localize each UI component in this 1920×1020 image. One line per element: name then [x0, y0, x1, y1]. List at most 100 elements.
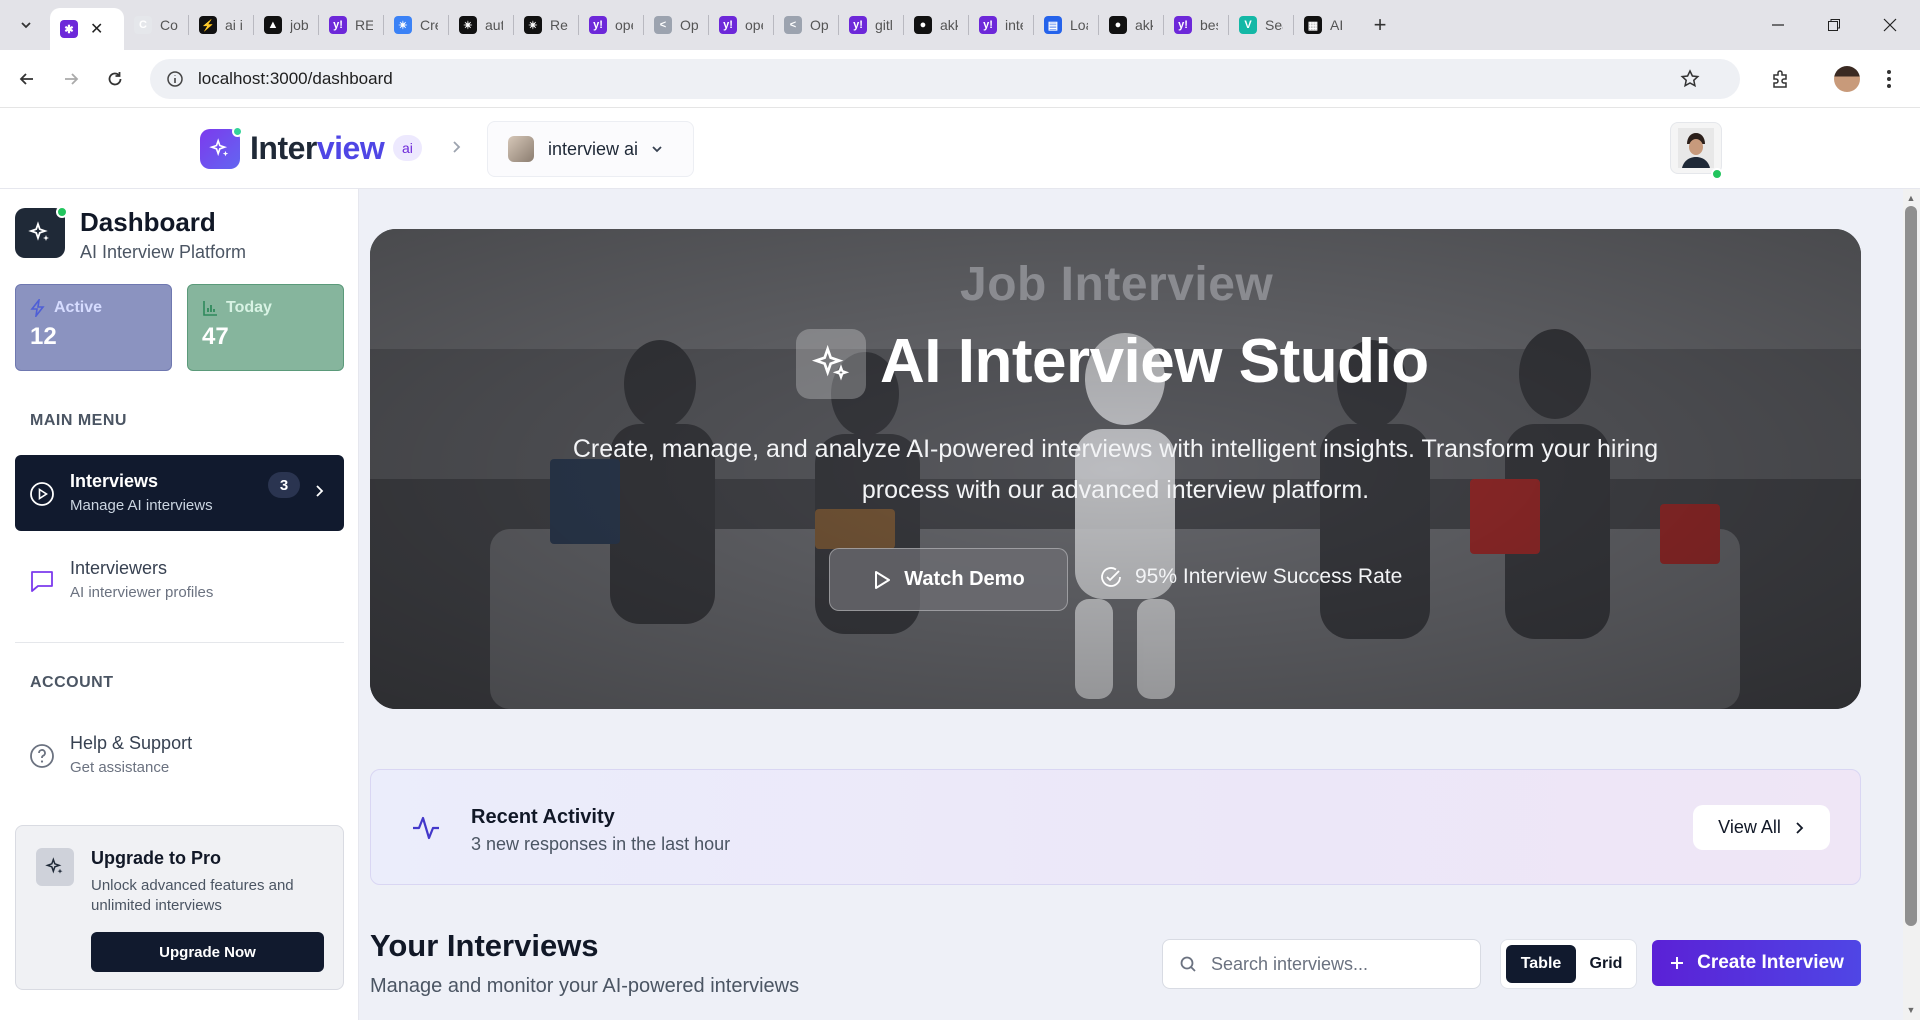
restore-icon	[1828, 19, 1840, 31]
create-interview-button[interactable]: Create Interview	[1652, 940, 1861, 986]
browser-tab[interactable]: y! inte	[969, 7, 1033, 43]
tab-favicon-icon: y!	[1174, 16, 1192, 34]
plus-icon	[1671, 957, 1684, 969]
address-bar[interactable]: localhost:3000/dashboard	[150, 59, 1740, 99]
workspace-selector[interactable]: interview ai	[487, 121, 694, 177]
search-icon	[1180, 956, 1196, 972]
tab-favicon-icon: ⚡	[199, 16, 217, 34]
tab-favicon-icon: y!	[849, 16, 867, 34]
interviews-title: Your Interviews	[370, 928, 599, 963]
tab-title: bes	[1200, 17, 1218, 33]
sidebar-item-interviewers[interactable]: Interviewers AI interviewer profiles	[15, 542, 344, 618]
help-circle-icon	[30, 744, 54, 768]
scroll-up-arrow-icon[interactable]: ▲	[1905, 192, 1917, 204]
tab-title: inte	[1005, 17, 1023, 33]
browser-tab[interactable]: ✴ Ret	[514, 7, 578, 43]
tab-favicon-icon: ✱	[60, 20, 78, 38]
hero-description: Create, manage, and analyze AI-powered i…	[572, 435, 1659, 504]
tab-title: ope	[745, 17, 763, 33]
scroll-down-arrow-icon[interactable]: ▼	[1905, 1004, 1917, 1016]
logo-mark[interactable]	[200, 126, 243, 169]
hero-title: AI Interview Studio	[880, 327, 1429, 396]
sidebar-item-interviews[interactable]: Interviews Manage AI interviews 3	[15, 455, 344, 531]
tab-title: ope	[615, 17, 633, 33]
tab-title: Cre	[420, 17, 438, 33]
success-rate: 95% Interview Success Rate	[1099, 565, 1402, 589]
sparkles-icon	[811, 344, 850, 381]
restore-button[interactable]	[1806, 0, 1862, 50]
tab-favicon-icon: y!	[329, 16, 347, 34]
workspace-avatar	[508, 136, 534, 162]
close-icon	[1883, 18, 1897, 32]
search-input[interactable]	[1211, 953, 1461, 975]
browser-tab[interactable]: ⚡ ai i	[189, 7, 253, 43]
create-interview-label: Create Interview	[1697, 952, 1844, 973]
browser-tab[interactable]: < Op	[644, 7, 708, 43]
close-window-button[interactable]	[1862, 0, 1918, 50]
view-table-button[interactable]: Table	[1506, 945, 1576, 983]
hero-background-banner-text: Job Interview	[960, 258, 1274, 311]
browser-tab[interactable]: ▦ AI I	[1294, 7, 1358, 43]
tab-title: aut	[485, 17, 503, 33]
tab-favicon-icon: ✴	[394, 16, 412, 34]
tab-title: Ret	[550, 17, 568, 33]
recent-activity-card: Recent Activity 3 new responses in the l…	[370, 769, 1861, 885]
sparkles-icon	[28, 221, 49, 241]
sparkles-icon	[45, 857, 63, 874]
browser-tab[interactable]: < Op	[774, 7, 838, 43]
scrollbar-thumb[interactable]	[1905, 206, 1917, 926]
browser-tab[interactable]: y! RET	[319, 7, 383, 43]
view-all-button[interactable]: View All	[1693, 805, 1830, 850]
close-tab-icon[interactable]: ✕	[90, 19, 103, 39]
status-dot	[56, 206, 68, 218]
browser-tab[interactable]: y! bes	[1164, 7, 1228, 43]
upgrade-text: Unlock advanced features and unlimited i…	[91, 877, 294, 914]
browser-tab[interactable]: ● akk	[904, 7, 968, 43]
upgrade-now-button[interactable]: Upgrade Now	[91, 932, 324, 972]
tab-title: gitl	[875, 17, 893, 33]
upgrade-card: Upgrade to Pro Unlock advanced features …	[15, 825, 344, 990]
play-circle-icon	[30, 482, 54, 506]
tab-search-button[interactable]	[8, 7, 44, 43]
chevron-down-icon	[21, 22, 31, 29]
extensions-icon[interactable]	[1770, 69, 1790, 89]
logo-wordmark[interactable]: Interview	[250, 130, 385, 167]
browser-tab[interactable]: ✴ Cre	[384, 7, 448, 43]
browser-tab[interactable]: y! gitl	[839, 7, 903, 43]
profile-avatar[interactable]	[1834, 66, 1860, 92]
tab-title: Sea	[1265, 17, 1283, 33]
bookmark-star-icon[interactable]	[1680, 69, 1700, 89]
browser-tab[interactable]: ▲ job	[254, 7, 318, 43]
chevron-right-icon	[453, 141, 461, 153]
new-tab-button[interactable]: +	[1364, 9, 1396, 41]
app-header: Interview ai interview ai	[0, 108, 1920, 189]
browser-tab[interactable]: ✱ ✕	[50, 8, 124, 50]
browser-tab[interactable]: ✴ aut	[449, 7, 513, 43]
minimize-button[interactable]	[1750, 0, 1806, 50]
chevron-down-icon	[652, 146, 662, 153]
logo-badge: ai	[393, 135, 422, 161]
more-menu-icon[interactable]	[1886, 69, 1892, 89]
browser-tab[interactable]: V Sea	[1229, 7, 1293, 43]
stat-label: Today	[226, 299, 272, 316]
activity-pulse-icon	[413, 816, 439, 840]
chevron-right-icon	[316, 485, 324, 497]
site-info-icon[interactable]	[166, 70, 184, 88]
browser-tab[interactable]: ● akk	[1099, 7, 1163, 43]
view-all-label: View All	[1718, 817, 1781, 837]
arrow-left-icon	[19, 72, 33, 85]
back-button[interactable]	[9, 61, 45, 97]
user-avatar[interactable]	[1670, 122, 1722, 174]
nav-subtitle: Get assistance	[70, 759, 170, 776]
browser-tab[interactable]: y! ope	[579, 7, 643, 43]
forward-button[interactable]	[53, 61, 89, 97]
browser-tab[interactable]: ▤ Loa	[1034, 7, 1098, 43]
sidebar-item-help[interactable]: Help & Support Get assistance	[15, 717, 344, 793]
browser-tab[interactable]: y! ope	[709, 7, 773, 43]
interviews-subtitle: Manage and monitor your AI-powered inter…	[370, 975, 800, 997]
browser-tab[interactable]: C Cor	[124, 7, 188, 43]
reload-button[interactable]	[97, 61, 133, 97]
message-square-icon	[31, 571, 53, 592]
view-grid-button[interactable]: Grid	[1581, 945, 1631, 983]
watch-demo-button[interactable]: Watch Demo	[829, 548, 1068, 611]
